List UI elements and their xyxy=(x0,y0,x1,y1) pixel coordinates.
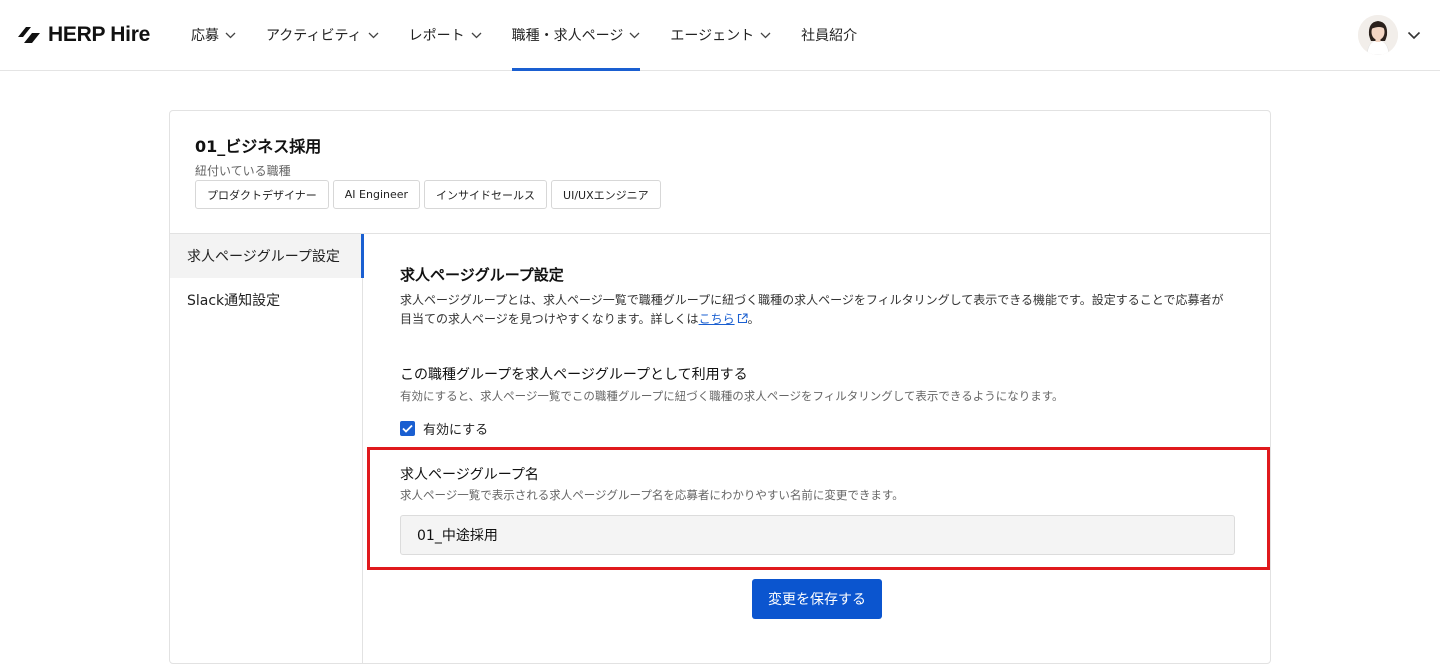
enable-checkbox-row[interactable]: 有効にする xyxy=(400,419,488,438)
group-title: 01_ビジネス採用 xyxy=(195,137,322,156)
nav-label: レポート xyxy=(408,28,465,44)
nav-item-jobs[interactable]: 職種・求人ページ xyxy=(497,0,656,71)
job-tag[interactable]: UI/UXエンジニア xyxy=(551,180,661,209)
nav-item-referrals[interactable]: 社員紹介 xyxy=(786,0,872,70)
nav-label: 社員紹介 xyxy=(801,28,858,44)
job-tag[interactable]: AI Engineer xyxy=(332,180,421,209)
logo[interactable]: HERP Hire xyxy=(16,23,150,47)
nav-label: アクティビティ xyxy=(266,28,362,44)
highlight-frame xyxy=(367,447,1270,570)
main-nav: 応募 アクティビティ レポート 職種・求人ページ エージェント 社員紹介 xyxy=(176,0,872,71)
nav-item-activity[interactable]: アクティビティ xyxy=(251,0,394,70)
option-title: この職種グループを求人ページグループとして利用する xyxy=(400,367,748,383)
logo-text: HERP Hire xyxy=(48,23,150,46)
section-desc-end: 。 xyxy=(747,312,760,326)
job-group-card: 01_ビジネス採用 紐付いている職種 プロダクトデザイナー AI Enginee… xyxy=(169,110,1271,664)
chevron-down-icon xyxy=(368,32,379,38)
settings-sidebar: 求人ページグループ設定 Slack通知設定 xyxy=(170,234,364,664)
nav-item-reports[interactable]: レポート xyxy=(394,0,497,70)
external-link-icon xyxy=(737,313,748,324)
nav-label: 職種・求人ページ xyxy=(511,28,624,44)
nav-item-applications[interactable]: 応募 xyxy=(176,0,251,70)
linked-jobs-label: 紐付いている職種 xyxy=(195,164,291,178)
linked-jobs-tags: プロダクトデザイナー AI Engineer インサイドセールス UI/UXエン… xyxy=(195,180,661,209)
chevron-down-icon xyxy=(471,32,482,38)
job-tag[interactable]: インサイドセールス xyxy=(424,180,548,209)
chevron-down-icon xyxy=(629,32,640,38)
details-link[interactable]: こちら xyxy=(699,312,735,326)
user-avatar[interactable] xyxy=(1358,15,1398,55)
job-tag[interactable]: プロダクトデザイナー xyxy=(195,180,329,209)
avatar-image xyxy=(1358,15,1398,55)
section-desc-line1: 求人ページグループとは、求人ページ一覧で職種グループに紐づく職種の求人ページをフ… xyxy=(400,293,1224,307)
section-description: 求人ページグループとは、求人ページ一覧で職種グループに紐づく職種の求人ページをフ… xyxy=(400,291,1250,329)
nav-label: 応募 xyxy=(191,28,219,44)
sidebar-item-label: Slack通知設定 xyxy=(187,293,281,309)
top-header: HERP Hire 応募 アクティビティ レポート 職種・求人ページ エージェン… xyxy=(0,0,1440,71)
option-description: 有効にすると、求人ページ一覧でこの職種グループに紐づく職種の求人ページをフィルタ… xyxy=(400,389,1064,403)
enable-checkbox[interactable] xyxy=(400,421,415,436)
account-menu-chevron-icon[interactable] xyxy=(1407,31,1421,40)
sidebar-item-label: 求人ページグループ設定 xyxy=(187,249,340,265)
herp-logo-icon xyxy=(18,27,40,43)
enable-checkbox-label: 有効にする xyxy=(423,423,489,438)
card-header: 01_ビジネス採用 紐付いている職種 プロダクトデザイナー AI Enginee… xyxy=(170,111,1270,234)
save-button[interactable]: 変更を保存する xyxy=(752,579,882,619)
nav-label: エージェント xyxy=(670,28,755,44)
checkmark-icon xyxy=(402,424,413,433)
section-desc-line2: 目当ての求人ページを見つけやすくなります。詳しくは xyxy=(400,312,699,326)
section-title: 求人ページグループ設定 xyxy=(400,266,564,284)
sidebar-item-slack[interactable]: Slack通知設定 xyxy=(170,278,363,322)
chevron-down-icon xyxy=(760,32,771,38)
nav-item-agents[interactable]: エージェント xyxy=(655,0,786,70)
chevron-down-icon xyxy=(225,32,236,38)
sidebar-item-job-page-group[interactable]: 求人ページグループ設定 xyxy=(170,234,364,278)
